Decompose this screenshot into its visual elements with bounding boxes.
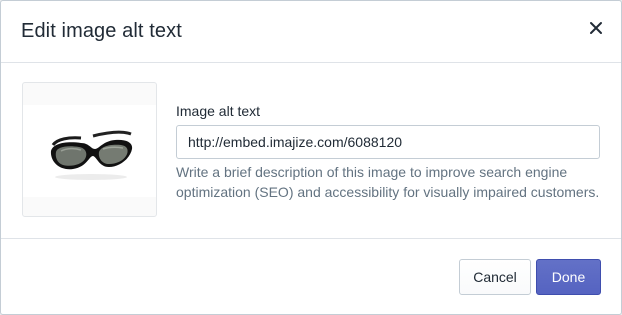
alt-text-help: Write a brief description of this image …	[176, 164, 600, 200]
modal-footer: Cancel Done	[1, 239, 621, 314]
close-icon[interactable]	[585, 17, 607, 39]
done-button[interactable]: Done	[536, 259, 601, 295]
modal-header: Edit image alt text	[1, 1, 621, 63]
cancel-button[interactable]: Cancel	[459, 259, 531, 295]
sunglasses-image	[50, 130, 133, 180]
thumbnail-background	[23, 105, 156, 197]
modal-body: Image alt text Write a brief description…	[1, 63, 621, 239]
edit-alt-text-modal: Edit image alt text Image alt text http:…	[0, 0, 622, 315]
close-icon-glyph	[590, 22, 602, 34]
alt-text-label: Image alt text	[176, 103, 261, 119]
alt-text-input[interactable]	[176, 125, 600, 159]
image-thumbnail	[22, 82, 157, 217]
modal-title: Edit image alt text	[21, 20, 182, 42]
